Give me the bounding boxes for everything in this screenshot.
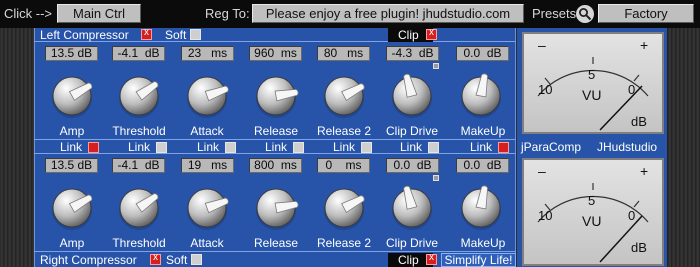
- vu-left-scale-5: 5: [588, 67, 595, 82]
- link-label-amp: Link: [60, 140, 83, 154]
- right-threshold-label: Threshold: [112, 236, 166, 250]
- left-threshold-knob[interactable]: [116, 73, 162, 119]
- right-amp-value[interactable]: 13.5 dB: [45, 158, 98, 173]
- link-attack-checkbox[interactable]: [225, 142, 236, 153]
- link-label-release2: Link: [333, 140, 356, 154]
- left-threshold-value[interactable]: -4.1 dB: [112, 46, 165, 61]
- vu-left-scale-10: 10: [538, 82, 552, 97]
- vu-right-minus: –: [538, 163, 546, 179]
- right-compressor-title: Right Compressor: [40, 253, 137, 267]
- right-threshold-value[interactable]: -4.1 dB: [112, 158, 165, 173]
- right-clipdrive-mini-toggle[interactable]: [433, 175, 439, 181]
- left-makeup-value[interactable]: 0.0 dB: [456, 46, 509, 61]
- right-release-value[interactable]: 800 ms: [249, 158, 302, 173]
- vu-right-plus: +: [640, 163, 648, 179]
- vu-left-unit: VU: [582, 87, 601, 103]
- left-attack-knob[interactable]: [184, 73, 230, 119]
- right-soft-label: Soft: [166, 253, 188, 267]
- left-release-knob[interactable]: [253, 73, 299, 119]
- vu-right-needle: [599, 215, 643, 263]
- link-amp-checkbox[interactable]: [88, 142, 99, 153]
- right-enable-checkbox[interactable]: [150, 252, 161, 265]
- right-release2-knob[interactable]: [321, 185, 367, 231]
- left-makeup-knob[interactable]: [458, 73, 504, 119]
- right-makeup-value[interactable]: 0.0 dB: [456, 158, 509, 173]
- link-release-checkbox[interactable]: [293, 142, 304, 153]
- vu-left-db: dB: [631, 114, 647, 129]
- right-amp-label: Amp: [59, 236, 85, 250]
- right-threshold-knob[interactable]: [116, 185, 162, 231]
- main-ctrl-button[interactable]: Main Ctrl: [57, 4, 141, 23]
- top-bar: Click --> Main Ctrl Reg To: Please enjoy…: [0, 0, 700, 28]
- separator: [34, 251, 516, 252]
- registration-field: Please enjoy a free plugin! jhudstudio.c…: [252, 4, 524, 23]
- right-attack-value[interactable]: 19 ms: [181, 158, 234, 173]
- right-makeup-knob[interactable]: [458, 185, 504, 231]
- link-clipdrive-checkbox[interactable]: [428, 142, 439, 153]
- link-label-release: Link: [265, 140, 288, 154]
- left-clipdrive-mini-toggle[interactable]: [433, 63, 439, 69]
- preset-selector[interactable]: Factory: [598, 4, 694, 23]
- presets-label: Presets: [532, 6, 577, 21]
- link-release2-checkbox[interactable]: [361, 142, 372, 153]
- left-release-label: Release: [253, 124, 299, 138]
- link-label-clipdrive: Link: [400, 140, 423, 154]
- right-makeup-label: MakeUp: [460, 236, 506, 250]
- left-clipdrive-label: Clip Drive: [385, 124, 438, 138]
- company-name: JHudstudio: [597, 140, 658, 154]
- left-release2-value[interactable]: 80 ms: [317, 46, 370, 61]
- slogan-badge: Simplify Life!: [441, 253, 516, 267]
- left-amp-value[interactable]: 13.5 dB: [45, 46, 98, 61]
- vu-meter-right: – + 10 5 0 VU dB: [522, 158, 664, 266]
- right-soft-checkbox[interactable]: [191, 254, 202, 265]
- right-amp-knob[interactable]: [49, 185, 95, 231]
- right-clipdrive-value[interactable]: 0.0 dB: [386, 158, 439, 173]
- link-label-makeup: Link: [470, 140, 493, 154]
- link-threshold-checkbox[interactable]: [156, 142, 167, 153]
- right-clipdrive-knob[interactable]: [389, 185, 435, 231]
- left-makeup-label: MakeUp: [460, 124, 506, 138]
- vu-right-db: dB: [631, 240, 647, 255]
- left-threshold-label: Threshold: [112, 124, 166, 138]
- left-soft-checkbox[interactable]: [190, 29, 201, 40]
- link-label-attack: Link: [197, 140, 220, 154]
- vu-left-plus: +: [640, 37, 648, 53]
- vu-right-unit: VU: [582, 213, 601, 229]
- right-clipdrive-label: Clip Drive: [385, 236, 438, 250]
- right-release-label: Release: [253, 236, 299, 250]
- link-label-threshold: Link: [128, 140, 151, 154]
- product-name: jParaComp: [521, 140, 582, 154]
- left-release-value[interactable]: 960 ms: [249, 46, 302, 61]
- link-makeup-checkbox[interactable]: [498, 142, 509, 153]
- right-release2-label: Release 2: [316, 236, 372, 250]
- left-release2-label: Release 2: [316, 124, 372, 138]
- left-soft-label: Soft: [165, 28, 187, 42]
- vu-meter-left: – + 10 5 0 VU dB: [522, 32, 664, 134]
- vu-left-minus: –: [538, 37, 546, 53]
- left-clip-checkbox[interactable]: [426, 27, 437, 40]
- right-clip-checkbox[interactable]: [426, 252, 437, 265]
- preset-search-button[interactable]: [576, 5, 594, 23]
- vu-right-scale-10: 10: [538, 208, 552, 223]
- left-clipdrive-knob[interactable]: [389, 73, 435, 119]
- left-amp-label: Amp: [59, 124, 85, 138]
- left-compressor-title: Left Compressor: [40, 28, 129, 42]
- right-release2-value[interactable]: 0 ms: [317, 158, 370, 173]
- left-amp-knob[interactable]: [49, 73, 95, 119]
- vu-right-scale-5: 5: [588, 193, 595, 208]
- vu-right-scale-0: 0: [628, 208, 635, 223]
- click-hint: Click -->: [4, 6, 53, 21]
- reg-to-label: Reg To:: [205, 6, 250, 21]
- left-release2-knob[interactable]: [321, 73, 367, 119]
- left-attack-value[interactable]: 23 ms: [181, 46, 234, 61]
- right-release-knob[interactable]: [253, 185, 299, 231]
- search-icon: [579, 8, 592, 21]
- left-clipdrive-value[interactable]: -4.3 dB: [386, 46, 439, 61]
- right-attack-label: Attack: [190, 236, 224, 250]
- right-attack-knob[interactable]: [184, 185, 230, 231]
- left-enable-checkbox[interactable]: [141, 27, 152, 40]
- left-attack-label: Attack: [190, 124, 224, 138]
